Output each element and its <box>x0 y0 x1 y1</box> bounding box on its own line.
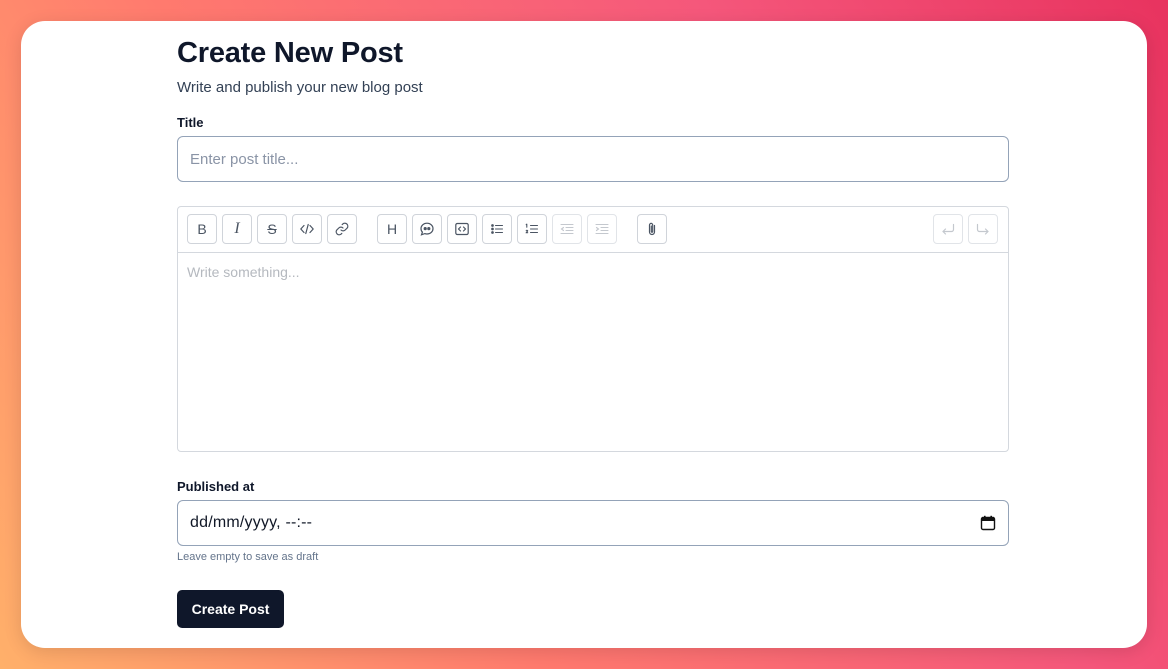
calendar-icon[interactable] <box>980 515 996 531</box>
outdent-icon <box>560 223 574 235</box>
attach-button[interactable] <box>637 214 667 244</box>
code-block-icon <box>455 222 469 236</box>
bullet-list-icon <box>491 224 504 234</box>
page-subtitle: Write and publish your new blog post <box>177 79 423 96</box>
bold-icon: B <box>197 221 207 237</box>
outdent-button[interactable] <box>552 214 582 244</box>
published-at-label: Published at <box>177 479 255 494</box>
heading-button[interactable]: H <box>377 214 407 244</box>
editor-placeholder: Write something... <box>187 264 300 280</box>
redo-button[interactable] <box>968 214 998 244</box>
bullet-list-button[interactable] <box>482 214 512 244</box>
redo-icon <box>976 223 989 235</box>
editor-toolbar: B I S H <box>178 207 1008 253</box>
create-post-button[interactable]: Create Post <box>177 590 284 628</box>
strikethrough-icon: S <box>267 221 277 237</box>
code-button[interactable] <box>292 214 322 244</box>
title-input[interactable] <box>177 136 1009 182</box>
heading-icon: H <box>386 221 398 237</box>
ordered-list-button[interactable] <box>517 214 547 244</box>
form-card: Create New Post Write and publish your n… <box>21 21 1147 648</box>
italic-button[interactable]: I <box>222 214 252 244</box>
editor-content-area[interactable]: Write something... <box>178 254 1008 451</box>
published-at-value: dd/mm/yyyy, --:-- <box>190 514 313 531</box>
strikethrough-button[interactable]: S <box>257 214 287 244</box>
link-icon <box>335 222 349 236</box>
code-icon <box>300 223 314 235</box>
published-at-input[interactable]: dd/mm/yyyy, --:-- <box>177 500 1009 546</box>
published-at-hint: Leave empty to save as draft <box>177 551 319 563</box>
indent-button[interactable] <box>587 214 617 244</box>
undo-icon <box>942 223 955 235</box>
link-button[interactable] <box>327 214 357 244</box>
code-block-button[interactable] <box>447 214 477 244</box>
rich-text-editor: B I S H Write something... <box>177 206 1009 452</box>
quote-icon <box>420 222 434 236</box>
title-label: Title <box>177 115 204 130</box>
undo-button[interactable] <box>933 214 963 244</box>
quote-button[interactable] <box>412 214 442 244</box>
indent-icon <box>595 223 609 235</box>
bold-button[interactable]: B <box>187 214 217 244</box>
page-title: Create New Post <box>177 37 403 69</box>
italic-icon: I <box>234 220 240 237</box>
ordered-list-icon <box>525 223 539 234</box>
paperclip-icon <box>648 222 656 236</box>
